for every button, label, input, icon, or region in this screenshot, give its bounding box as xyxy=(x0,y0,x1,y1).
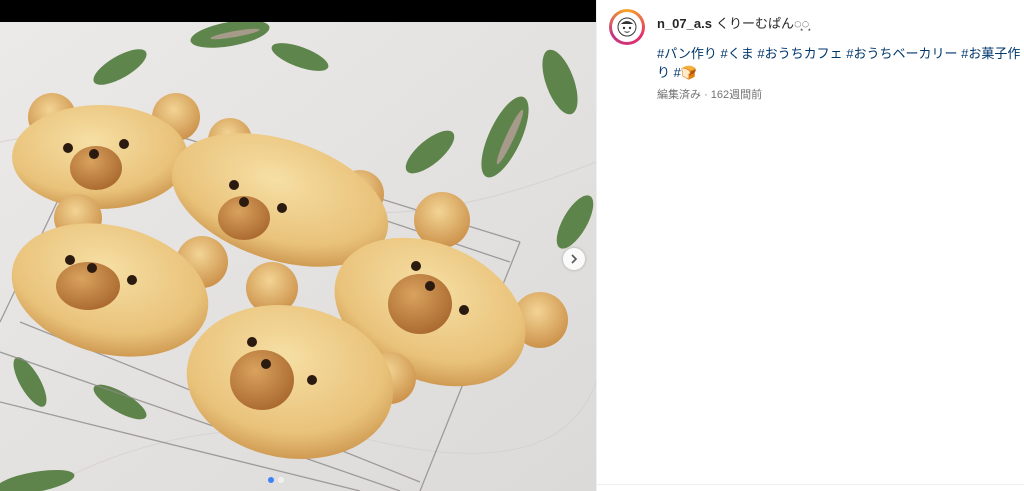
post-image[interactable] xyxy=(0,22,596,491)
panel-bottom-divider xyxy=(597,484,1024,485)
bear-bread-photo xyxy=(0,22,596,491)
hashtag-link[interactable]: #パン作り xyxy=(657,46,717,61)
profile-avatar xyxy=(612,12,642,42)
username-link[interactable]: n_07_a.s xyxy=(657,16,712,31)
chevron-right-icon xyxy=(571,254,578,264)
carousel-dot xyxy=(278,477,284,483)
caption-header: n_07_a.s くりーむぱん◌͙◌͙ xyxy=(657,13,809,32)
hashtag-list: #パン作り #くま #おうちカフェ #おうちベーカリー #お菓子作り #🍞 xyxy=(657,44,1022,82)
avatar-ring[interactable] xyxy=(609,9,645,45)
hashtag-link[interactable]: #おうちカフェ xyxy=(757,46,842,61)
carousel-indicator xyxy=(268,477,284,483)
avatar-icon xyxy=(617,17,637,37)
top-bar xyxy=(0,0,596,22)
carousel-next-button[interactable] xyxy=(563,248,585,270)
post-meta: 編集済み · 162週間前 xyxy=(657,86,762,102)
carousel-dot-active xyxy=(268,477,274,483)
hashtag-link[interactable]: #おうちベーカリー xyxy=(846,46,957,61)
meta-separator: · xyxy=(704,89,708,101)
post-time[interactable]: 162週間前 xyxy=(711,89,762,101)
edited-label: 編集済み xyxy=(657,89,701,101)
hashtag-link[interactable]: #くま xyxy=(721,46,754,61)
caption-text: くりーむぱん◌͙◌͙ xyxy=(715,16,810,31)
hashtag-link[interactable]: #🍞 xyxy=(674,65,697,80)
